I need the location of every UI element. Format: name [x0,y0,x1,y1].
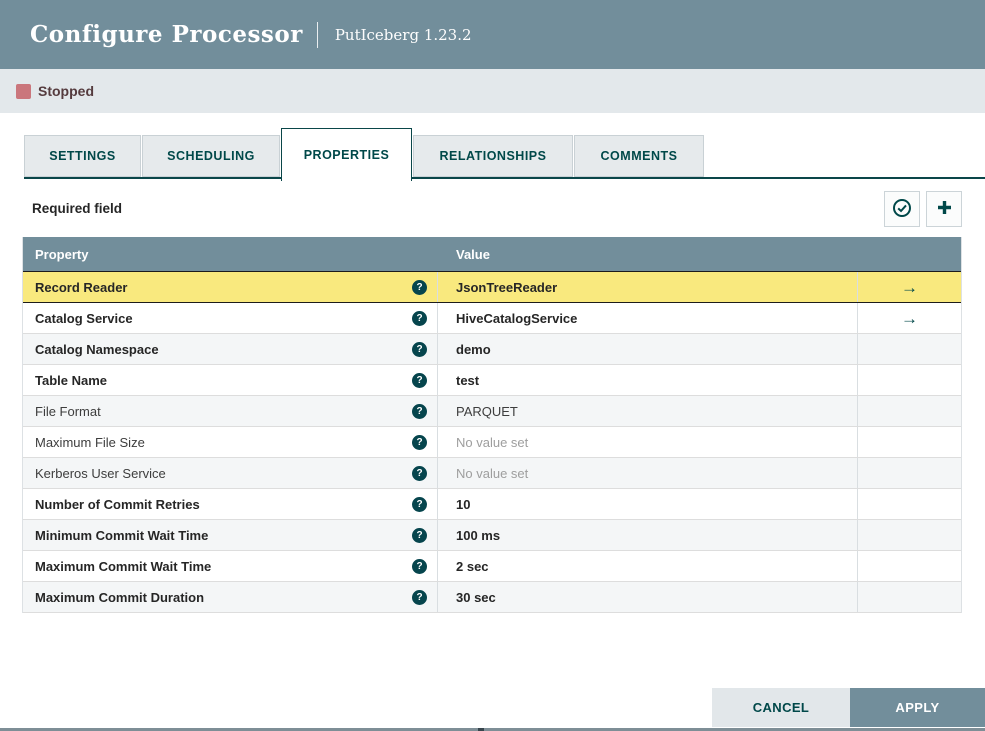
property-name: Catalog Namespace [35,341,159,357]
table-row[interactable]: File Format ? PARQUET [23,396,961,427]
help-icon[interactable]: ? [412,403,427,419]
tab-underline [24,177,985,179]
table-row[interactable]: Maximum Commit Duration ? 30 sec [23,582,961,613]
tab-properties-label: PROPERTIES [303,148,390,162]
property-value-cell[interactable]: HiveCatalogService [438,303,858,333]
tab-properties[interactable]: PROPERTIES [281,128,412,181]
property-name: Maximum File Size [35,434,145,450]
dialog-header: Configure Processor PutIceberg 1.23.2 [0,0,985,69]
help-icon[interactable]: ? [412,372,427,388]
property-name: File Format [35,403,101,419]
property-value-cell[interactable]: test [438,365,858,395]
property-name: Record Reader [35,279,128,295]
properties-table: Property Value Record Reader ? JsonTreeR… [22,237,962,613]
table-row[interactable]: Number of Commit Retries ? 10 [23,489,961,520]
property-name: Number of Commit Retries [35,496,200,512]
status-bar: Stopped [0,69,985,113]
table-row[interactable]: Table Name ? test [23,365,961,396]
table-row[interactable]: Minimum Commit Wait Time ? 100 ms [23,520,961,551]
tab-relationships-label: RELATIONSHIPS [439,149,547,163]
cancel-button[interactable]: CANCEL [712,688,850,727]
property-value: 2 sec [456,558,489,574]
property-name: Table Name [35,372,108,388]
tab-comments-label: COMMENTS [600,149,678,163]
property-value: demo [456,341,491,357]
apply-button[interactable]: APPLY [850,688,985,727]
property-value: 100 ms [456,527,501,543]
property-value: test [456,372,480,388]
tab-settings[interactable]: SETTINGS [24,135,141,177]
check-circle-icon [892,198,912,221]
property-name: Kerberos User Service [35,465,166,481]
property-value: PARQUET [456,403,518,419]
status-label: Stopped [38,83,94,99]
property-value-cell[interactable]: No value set [438,427,858,457]
property-value: HiveCatalogService [456,310,578,326]
help-icon[interactable]: ? [412,496,427,512]
property-value-cell[interactable]: PARQUET [438,396,858,426]
tab-comments[interactable]: COMMENTS [574,135,704,177]
tab-relationships[interactable]: RELATIONSHIPS [413,135,573,177]
property-value: No value set [456,465,529,481]
help-icon[interactable]: ? [412,279,427,295]
table-row[interactable]: Record Reader ? JsonTreeReader → [23,271,961,303]
processor-type-version: PutIceberg 1.23.2 [334,25,472,44]
property-value-cell[interactable]: No value set [438,458,858,488]
tab-settings-label: SETTINGS [49,149,116,163]
property-value-cell[interactable]: demo [438,334,858,364]
property-name: Minimum Commit Wait Time [35,527,209,543]
help-icon[interactable]: ? [412,589,427,605]
plus-icon [935,198,954,220]
help-icon[interactable]: ? [412,434,427,450]
help-icon[interactable]: ? [412,527,427,543]
go-to-service-icon[interactable]: → [901,279,918,296]
help-icon[interactable]: ? [412,341,427,357]
property-value: 30 sec [456,589,496,605]
tab-scheduling-label: SCHEDULING [167,149,255,163]
property-name: Maximum Commit Wait Time [35,558,212,574]
property-value-cell[interactable]: 10 [438,489,858,519]
property-value: No value set [456,434,529,450]
table-row[interactable]: Maximum Commit Wait Time ? 2 sec [23,551,961,582]
column-header-value: Value [456,246,490,262]
table-row[interactable]: Catalog Service ? HiveCatalogService → [23,303,961,334]
table-header: Property Value [23,237,961,271]
property-value: 10 [456,496,471,512]
help-icon[interactable]: ? [412,465,427,481]
configure-processor-dialog: Configure Processor PutIceberg 1.23.2 St… [0,0,985,731]
tab-scheduling[interactable]: SCHEDULING [142,135,280,177]
help-icon[interactable]: ? [412,310,427,326]
property-value-cell[interactable]: 100 ms [438,520,858,550]
table-row[interactable]: Maximum File Size ? No value set [23,427,961,458]
property-value-cell[interactable]: JsonTreeReader [438,272,858,302]
table-row[interactable]: Catalog Namespace ? demo [23,334,961,365]
verify-properties-button[interactable] [884,191,920,227]
property-name: Maximum Commit Duration [35,589,205,605]
property-value-cell[interactable]: 2 sec [438,551,858,581]
table-row[interactable]: Kerberos User Service ? No value set [23,458,961,489]
add-property-button[interactable] [926,191,962,227]
stopped-indicator-icon [16,83,31,99]
column-header-property: Property [35,246,89,262]
help-icon[interactable]: ? [412,558,427,574]
go-to-service-icon[interactable]: → [901,310,918,327]
property-value: JsonTreeReader [456,279,558,295]
title-divider [316,21,318,48]
dialog-title: Configure Processor [30,21,303,48]
required-field-label: Required field [32,201,123,216]
property-name: Catalog Service [35,310,133,326]
property-value-cell[interactable]: 30 sec [438,582,858,612]
